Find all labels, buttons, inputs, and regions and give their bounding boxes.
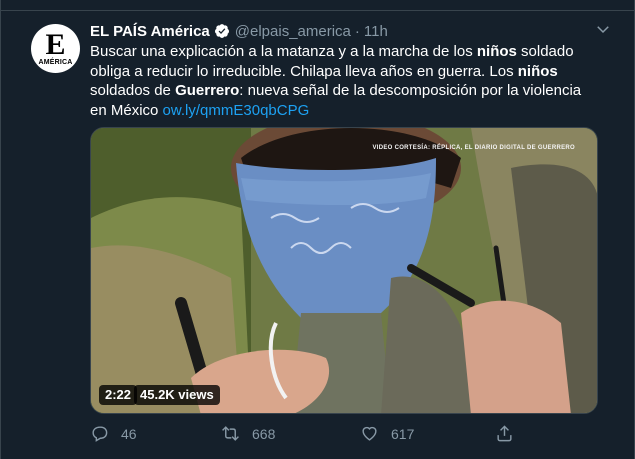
heart-icon bbox=[362, 426, 377, 441]
video-player[interactable]: VIDEO CORTESÍA: RÉPLICA, EL DIARIO DIGIT… bbox=[90, 127, 598, 414]
text-bold: niños bbox=[517, 62, 558, 80]
video-credit: VIDEO CORTESÍA: RÉPLICA, EL DIARIO DIGIT… bbox=[372, 145, 575, 151]
like-count: 617 bbox=[391, 425, 415, 442]
tweet-text: Buscar una explicación a la matanza y a … bbox=[90, 42, 600, 120]
retweet-button[interactable]: 668 bbox=[221, 424, 275, 443]
separator-dot: · bbox=[354, 22, 360, 40]
author-name[interactable]: EL PAÍS América bbox=[90, 23, 210, 40]
reply-button[interactable]: 46 bbox=[90, 424, 137, 443]
tweet-time[interactable]: 11h bbox=[364, 23, 388, 40]
video-views: 45.2K views bbox=[134, 385, 220, 405]
tweet-link[interactable]: ow.ly/qmmE30qbCPG bbox=[163, 102, 310, 119]
verified-badge-icon bbox=[214, 24, 229, 38]
tweet-card[interactable]: E AMÉRICA EL PAÍS América @elpais_americ… bbox=[0, 0, 635, 459]
author-handle[interactable]: @elpais_america bbox=[235, 23, 351, 40]
text-segment: Buscar una explicación a la matanza y a … bbox=[90, 43, 477, 60]
avatar-letter: E bbox=[45, 27, 66, 61]
avatar-caption: AMÉRICA bbox=[38, 58, 73, 66]
reply-icon bbox=[92, 426, 108, 442]
chevron-down-icon[interactable] bbox=[594, 20, 612, 38]
divider bbox=[1, 10, 634, 11]
share-button[interactable] bbox=[495, 424, 526, 443]
like-button[interactable]: 617 bbox=[360, 424, 414, 443]
video-duration: 2:22 bbox=[99, 385, 138, 405]
text-bold: Guerrero bbox=[175, 82, 240, 99]
tweet-actions: 46 668 617 bbox=[90, 424, 590, 446]
tweet-header: EL PAÍS América @elpais_america · 11h bbox=[90, 21, 388, 41]
retweet-icon bbox=[222, 426, 239, 441]
text-segment: soldados de bbox=[90, 82, 176, 99]
share-icon bbox=[497, 425, 512, 442]
text-bold: niños bbox=[476, 43, 517, 60]
avatar[interactable]: E AMÉRICA bbox=[31, 24, 80, 73]
reply-count: 46 bbox=[121, 425, 137, 442]
video-thumbnail bbox=[91, 128, 597, 413]
retweet-count: 668 bbox=[252, 425, 276, 442]
